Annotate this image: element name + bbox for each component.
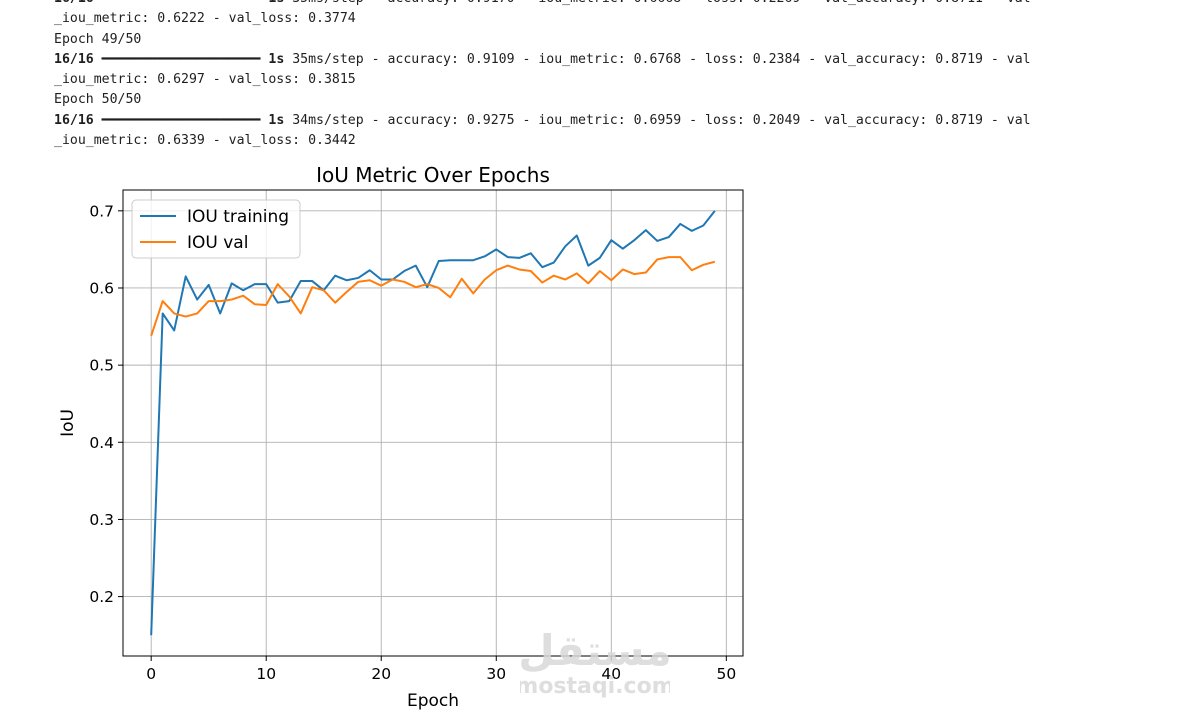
step-time: 1s <box>268 0 284 6</box>
watermark-logo: مستقل mostaqi.com <box>520 626 670 699</box>
console-metrics-continuation: _iou_metric: 0.6222 - val_loss: 0.3774 <box>54 11 356 27</box>
console-epoch-line: Epoch 49/50 <box>54 31 142 47</box>
series-line-iou-training <box>150 210 716 636</box>
plot-frame <box>122 189 744 657</box>
console-epoch-line: Epoch 50/50 <box>54 92 142 108</box>
console-output: 16/16 ━━━━━━━━━━━━━━━━━━━━ 1s 35ms/step … <box>54 0 1164 151</box>
step-time: 1s <box>268 51 285 67</box>
console-progress-line: 16/16 ━━━━━━━━━━━━━━━━━━━━ 1s 35ms/step … <box>54 0 1164 9</box>
series-lines <box>150 210 716 636</box>
watermark-latin: mostaqi.com <box>520 674 670 699</box>
legend-label: IOU training <box>187 207 289 227</box>
legend-label: IOU val <box>187 233 248 253</box>
x-tick-label: 0 <box>146 665 156 683</box>
console-metrics-continuation: _iou_metric: 0.6339 - val_loss: 0.3442 <box>54 133 356 149</box>
y-tick-label: 0.6 <box>89 279 114 297</box>
y-tick-label: 0.3 <box>89 511 114 529</box>
watermark-arabic: مستقل <box>520 626 670 675</box>
progress-bar: ━━━━━━━━━━━━━━━━━━━━ <box>94 0 269 6</box>
y-tick-label: 0.2 <box>89 588 114 606</box>
y-tick-label: 0.7 <box>89 202 114 220</box>
console-progress-line: 16/16 ━━━━━━━━━━━━━━━━━━━━ 1s 35ms/step … <box>54 50 1164 70</box>
grid <box>123 190 743 656</box>
metrics-text: 35ms/step - accuracy: 0.9170 - iou_metri… <box>284 0 1030 6</box>
x-tick-label: 30 <box>486 665 506 683</box>
progress-bar: ━━━━━━━━━━━━━━━━━━━━ <box>93 51 269 67</box>
metrics-text: 34ms/step - accuracy: 0.9275 - iou_metri… <box>284 112 1031 128</box>
step-count: 16/16 <box>54 112 94 128</box>
console-metrics-continuation: _iou_metric: 0.6297 - val_loss: 0.3815 <box>54 72 356 88</box>
x-axis-label: Epoch <box>407 691 459 711</box>
y-tick-label: 0.5 <box>89 357 114 375</box>
console-progress-line: 16/16 ━━━━━━━━━━━━━━━━━━━━ 1s 34ms/step … <box>54 111 1164 131</box>
step-time: 1s <box>268 112 285 128</box>
x-tick-label: 50 <box>716 665 736 683</box>
chart-svg: 0 10 20 30 40 500.20.30.40.50.60.7 IoU Metric… <box>58 163 744 711</box>
y-tick-label: 0.4 <box>89 434 114 452</box>
step-count: 16/16 <box>54 51 94 67</box>
series-line-iou-val <box>150 256 716 337</box>
metrics-text: 35ms/step - accuracy: 0.9109 - iou_metri… <box>284 51 1031 67</box>
y-axis-label: IoU <box>58 409 78 437</box>
progress-bar: ━━━━━━━━━━━━━━━━━━━━ <box>93 112 269 128</box>
legend: IOU training IOU val <box>131 199 301 259</box>
x-tick-label: 20 <box>371 665 391 683</box>
x-tick-label: 10 <box>256 665 276 683</box>
chart-title: IoU Metric Over Epochs <box>316 163 550 187</box>
iou-chart: 0 10 20 30 40 50 0.2 0.3 0.4 0.5 0.6 0.7 IoU Metric… <box>0 150 800 712</box>
step-count: 16/16 <box>54 0 94 6</box>
